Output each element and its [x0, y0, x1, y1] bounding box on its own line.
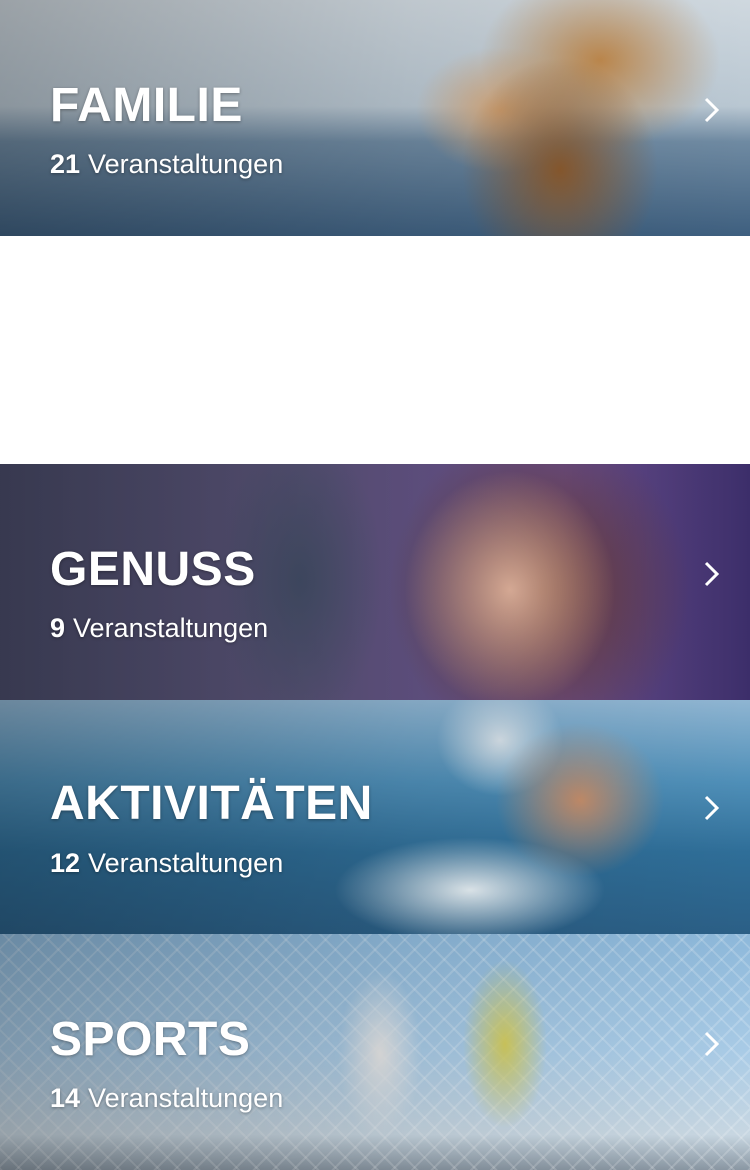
category-count: 14 Veranstaltungen [50, 1085, 283, 1112]
category-card-genuss[interactable]: GENUSS 9 Veranstaltungen [0, 464, 750, 700]
chevron-right-icon [704, 1031, 720, 1057]
category-card-sports[interactable]: SPORTS 14 Veranstaltungen [0, 934, 750, 1170]
event-count-label: Veranstaltungen [88, 1083, 284, 1113]
event-count: 14 [50, 1083, 81, 1113]
chevron-right-icon [704, 97, 720, 123]
empty-spacer [0, 236, 750, 464]
category-title: SPORTS [50, 1013, 251, 1066]
category-count: 12 Veranstaltungen [50, 850, 283, 877]
category-count: 9 Veranstaltungen [50, 615, 268, 642]
event-count: 12 [50, 848, 81, 878]
category-card-familie[interactable]: FAMILIE 21 Veranstaltungen [0, 0, 750, 236]
event-count-label: Veranstaltungen [88, 848, 284, 878]
category-title: GENUSS [50, 543, 256, 596]
category-title: AKTIVITÄTEN [50, 777, 373, 830]
chevron-right-icon [704, 561, 720, 587]
category-card-aktivitaeten[interactable]: AKTIVITÄTEN 12 Veranstaltungen [0, 700, 750, 934]
event-count: 21 [50, 149, 81, 179]
event-count-label: Veranstaltungen [73, 613, 269, 643]
category-count: 21 Veranstaltungen [50, 151, 283, 178]
event-count-label: Veranstaltungen [88, 149, 284, 179]
event-count: 9 [50, 613, 66, 643]
chevron-right-icon [704, 795, 720, 821]
category-title: FAMILIE [50, 79, 243, 132]
